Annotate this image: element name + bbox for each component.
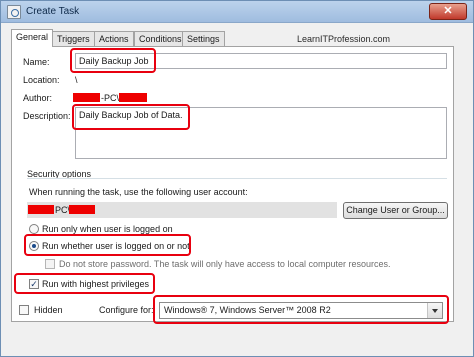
title-bar[interactable]: Create Task ✕	[1, 1, 473, 23]
run-whether-radio[interactable]	[29, 241, 39, 251]
hidden-label[interactable]: Hidden	[34, 305, 63, 315]
configure-for-label: Configure for:	[99, 305, 154, 315]
author-value: -PC\	[101, 93, 119, 103]
account-redaction-left	[28, 205, 54, 214]
configure-for-value: Windows® 7, Windows Server™ 2008 R2	[164, 305, 331, 315]
chevron-down-icon[interactable]	[427, 303, 442, 318]
tab-actions[interactable]: Actions	[94, 31, 134, 46]
account-prompt-label: When running the task, use the following…	[29, 187, 248, 197]
name-field[interactable]: Daily Backup Job	[75, 53, 447, 69]
location-value: \	[75, 75, 78, 85]
author-redaction-right	[119, 93, 147, 102]
window-title: Create Task	[26, 6, 80, 17]
dont-store-password-label: Do not store password. The task will onl…	[59, 259, 391, 269]
highest-privileges-checkbox[interactable]: ✓	[29, 279, 39, 289]
tab-conditions[interactable]: Conditions	[134, 31, 187, 46]
close-button[interactable]: ✕	[429, 3, 467, 20]
description-textarea[interactable]: Daily Backup Job of Data.	[75, 107, 447, 159]
author-label: Author:	[23, 93, 53, 103]
watermark-text: LearnITProfession.com	[297, 34, 391, 44]
author-redaction-left	[73, 93, 100, 102]
user-account-value: PC\	[55, 205, 71, 215]
tab-triggers[interactable]: Triggers	[52, 31, 95, 46]
tab-settings[interactable]: Settings	[182, 31, 225, 46]
dont-store-password-checkbox[interactable]	[45, 259, 55, 269]
tab-general[interactable]: General	[11, 29, 54, 47]
highest-privileges-label[interactable]: Run with highest privileges	[42, 279, 149, 289]
create-task-dialog: Create Task ✕ General Triggers Actions C…	[0, 0, 474, 357]
account-redaction-right	[69, 205, 95, 214]
run-whether-label[interactable]: Run whether user is logged on or not	[42, 241, 190, 251]
task-scheduler-icon	[7, 5, 21, 19]
location-label: Location:	[23, 75, 60, 85]
change-user-or-group-button[interactable]: Change User or Group...	[343, 202, 448, 219]
run-logged-on-label[interactable]: Run only when user is logged on	[42, 224, 173, 234]
run-logged-on-radio[interactable]	[29, 224, 39, 234]
description-label: Description:	[23, 111, 71, 121]
configure-for-select[interactable]: Windows® 7, Windows Server™ 2008 R2	[159, 302, 443, 319]
hidden-checkbox[interactable]	[19, 305, 29, 315]
name-label: Name:	[23, 57, 50, 67]
security-options-divider	[27, 178, 447, 179]
